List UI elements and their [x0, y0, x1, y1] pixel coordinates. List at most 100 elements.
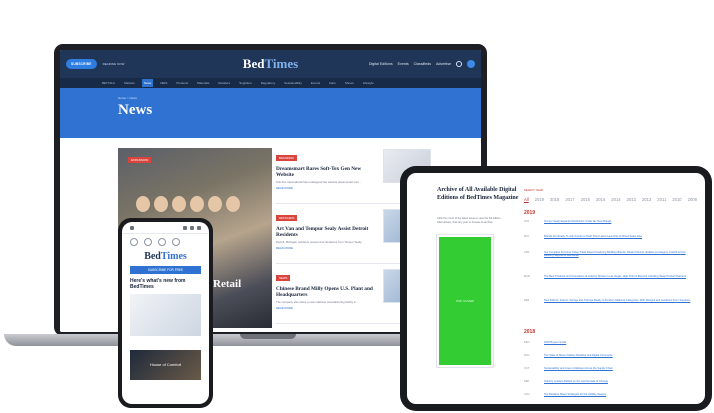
year-tab[interactable]: 2016 [581, 197, 590, 202]
account-icon[interactable] [467, 60, 475, 68]
nav-item[interactable]: Markets [122, 79, 137, 87]
year-tab[interactable]: 2011 [657, 197, 666, 202]
nav-item[interactable]: Sustainability [282, 79, 304, 87]
year-tab[interactable]: 2019 [535, 197, 544, 202]
nav-item[interactable]: Retailers [216, 79, 232, 87]
link-events[interactable]: Events [398, 62, 409, 66]
header-links: Digital Editions Events Classifieds Adve… [369, 60, 475, 68]
link-advertise[interactable]: Advertise [436, 62, 451, 66]
issue-month: MAY [524, 235, 530, 238]
tablet-device: Archive of All Available Digital Edition… [400, 166, 712, 411]
nav-item[interactable]: Materials [195, 79, 211, 87]
logo-part-bed: Bed [144, 251, 161, 262]
article-title[interactable]: Chinese Brand Milly Opens U.S. Plant and… [276, 286, 374, 299]
phone-headline: Here's what's new from BedTimes [130, 278, 186, 290]
tabs-icon[interactable] [190, 225, 194, 230]
issue-link[interactable]: Brands Are Ready To Join Forces to Push … [544, 235, 694, 238]
site-nav: BETTALK Markets News DEIS Products Mater… [60, 78, 481, 88]
phone-browser-bar [122, 222, 209, 234]
issue-month: JUN [524, 220, 530, 223]
nav-item[interactable]: Shows [343, 79, 356, 87]
archive-row[interactable]: MAR The Best Products and Innovations at … [524, 275, 696, 285]
issue-link[interactable]: Industry Leaders Reflect on the Last Dec… [544, 380, 694, 383]
phone-hero-image[interactable] [130, 294, 201, 336]
nav-item[interactable]: Lifestyle [361, 79, 376, 87]
issue-month: DEC [524, 341, 530, 344]
year-tab[interactable]: 2015 [596, 197, 605, 202]
magazine-cover[interactable]: PDF COVER [437, 235, 493, 367]
logo-part-times: Times [160, 251, 187, 262]
year-filter: All 2019 2018 2017 2016 2015 2014 2013 2… [524, 197, 697, 202]
facebook-icon[interactable] [130, 238, 138, 246]
nav-item[interactable]: Regulatory [259, 79, 278, 87]
issue-link[interactable]: The Best Products and Innovations at Ind… [544, 275, 694, 278]
twitter-icon[interactable] [144, 238, 152, 246]
nav-item-active[interactable]: News [141, 79, 154, 87]
archive-row[interactable]: FEB New Fabrics, Foams, Springs and Ticki… [524, 299, 696, 309]
archive-row[interactable]: AUG Top Retailers Share Strategies for th… [524, 393, 696, 403]
article-title[interactable]: Art Van and Tempur Sealy Assist Detroit … [276, 226, 374, 239]
site-header: SUBSCRIBE READING NOW BedTimes Digital E… [60, 50, 481, 78]
nav-item[interactable]: Events [309, 79, 322, 87]
issue-month: FEB [524, 299, 530, 302]
year-tab[interactable]: 2017 [565, 197, 574, 202]
tablet-screen: Archive of All Available Digital Edition… [407, 173, 705, 404]
archive-row[interactable]: SEP Industry Leaders Reflect on the Last … [524, 380, 696, 390]
archive-row[interactable]: APR Our Complete Furniture Today Trade Re… [524, 251, 696, 261]
article-snippet: Soft-Tex International has redesigned th… [276, 179, 362, 184]
issue-month: SEP [524, 380, 530, 383]
nav-item[interactable]: Fairs [327, 79, 338, 87]
year-tab[interactable]: 2013 [627, 197, 636, 202]
share-icon[interactable] [183, 225, 187, 230]
subscribe-button[interactable]: SUBSCRIBE [66, 59, 97, 69]
year-label: SELECT YEAR [524, 188, 544, 192]
year-tab[interactable]: 2009 [688, 197, 697, 202]
article-title[interactable]: Dreamsmart Bares Soft-Tex Gen New Websit… [276, 166, 374, 179]
site-logo[interactable]: BedTimes [243, 56, 298, 72]
link-digital-editions[interactable]: Digital Editions [369, 62, 393, 66]
issue-link[interactable]: Tempur Sealy Expands Distribution Under … [544, 220, 694, 223]
linkedin-icon[interactable] [158, 238, 166, 246]
search-icon[interactable] [456, 61, 462, 67]
archive-row[interactable]: OCT Sustainability and Green Initiatives … [524, 367, 696, 377]
year-tab[interactable]: 2018 [550, 197, 559, 202]
issue-link[interactable]: The State of Sleep Industry Retailing an… [544, 354, 694, 357]
page-title: News [118, 102, 153, 118]
phone-story-label: House of Comfort [149, 362, 182, 367]
menu-icon[interactable] [197, 225, 201, 230]
issue-link[interactable]: 2018 Buyers Guide [544, 341, 694, 344]
issue-link[interactable]: New Fabrics, Foams, Springs and Tickings… [544, 299, 694, 302]
year-tab[interactable]: 2012 [642, 197, 651, 202]
nav-item[interactable]: BETTALK [100, 79, 117, 87]
link-classifieds[interactable]: Classifieds [414, 62, 431, 66]
archive-row[interactable]: DEC 2018 Buyers Guide [524, 341, 696, 351]
year-tab[interactable]: 2010 [672, 197, 681, 202]
archive-description: Click the cover of the latest issue to v… [437, 217, 502, 224]
phone-screen: BedTimes SUBSCRIBE FOR FREE Here's what'… [122, 222, 209, 404]
issue-link[interactable]: Sustainability and Green Initiatives Acr… [544, 367, 694, 370]
archive-row[interactable]: MAY Brands Are Ready To Join Forces to Pu… [524, 235, 696, 245]
issue-month: MAR [524, 275, 530, 278]
issue-link[interactable]: Top Retailers Share Strategies for the H… [544, 393, 694, 396]
phone-logo[interactable]: BedTimes [122, 251, 209, 262]
phone-story-image[interactable]: House of Comfort [130, 350, 201, 380]
archive-row[interactable]: JUN Tempur Sealy Expands Distribution Und… [524, 220, 696, 230]
search-icon[interactable] [172, 238, 180, 246]
featured-badge: EXPANSION [128, 157, 152, 163]
year-tab-active[interactable]: All [524, 197, 529, 202]
nav-item[interactable]: DEIS [158, 79, 169, 87]
back-icon[interactable] [130, 225, 134, 230]
article-snippet: Detroit, Michigan residents receive bed … [276, 239, 364, 244]
issue-link[interactable]: Our Complete Furniture Today Trade Repor… [544, 251, 694, 258]
laptop-notch [240, 334, 296, 339]
archive-title: Archive of All Available Digital Edition… [437, 187, 519, 201]
logo-part-bed: Bed [242, 56, 265, 71]
article-badge: NEWS [276, 275, 291, 281]
nav-item[interactable]: Products [174, 79, 190, 87]
archive-row[interactable]: NOV The State of Sleep Industry Retailing… [524, 354, 696, 364]
breadcrumb[interactable]: Home > News [118, 96, 481, 100]
year-tab[interactable]: 2014 [611, 197, 620, 202]
article-badge: BRANDING [276, 155, 297, 161]
phone-subscribe-banner[interactable]: SUBSCRIBE FOR FREE [130, 266, 201, 274]
nav-item[interactable]: Suppliers [237, 79, 254, 87]
